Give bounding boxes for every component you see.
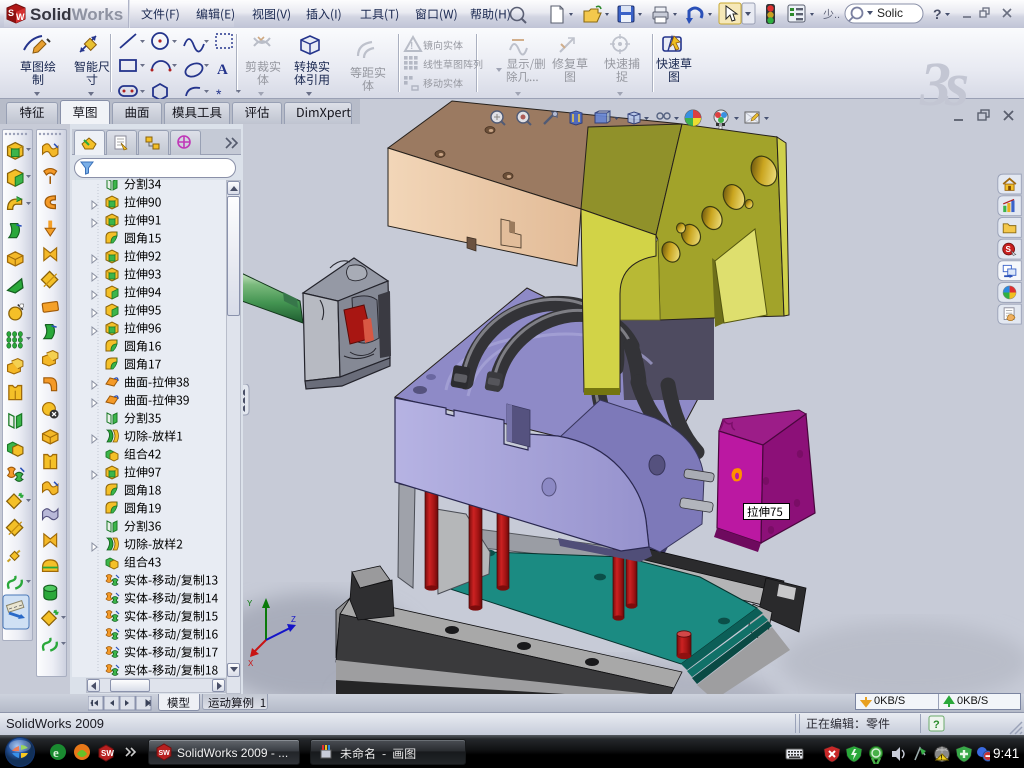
- svg-text:?: ?: [933, 6, 942, 22]
- svg-text:*: *: [216, 86, 222, 99]
- svg-text:e: e: [53, 745, 59, 760]
- svg-text:Z: Z: [291, 615, 296, 624]
- svg-text:S: S: [8, 8, 14, 18]
- svg-text:SolidWorks: SolidWorks: [30, 5, 123, 24]
- svg-text:?: ?: [933, 719, 940, 731]
- svg-text:W: W: [16, 12, 25, 22]
- svg-text:A: A: [217, 62, 228, 78]
- svg-text:Solic: Solic: [877, 6, 903, 20]
- svg-text:!: !: [410, 41, 413, 52]
- svg-text:!: !: [941, 756, 943, 762]
- svg-text:SW: SW: [101, 749, 114, 758]
- svg-text:X: X: [248, 659, 254, 668]
- svg-text:SW: SW: [159, 750, 171, 757]
- svg-text:S: S: [1005, 245, 1011, 254]
- svg-text:少..: 少..: [823, 8, 840, 21]
- svg-text:Y: Y: [247, 599, 253, 608]
